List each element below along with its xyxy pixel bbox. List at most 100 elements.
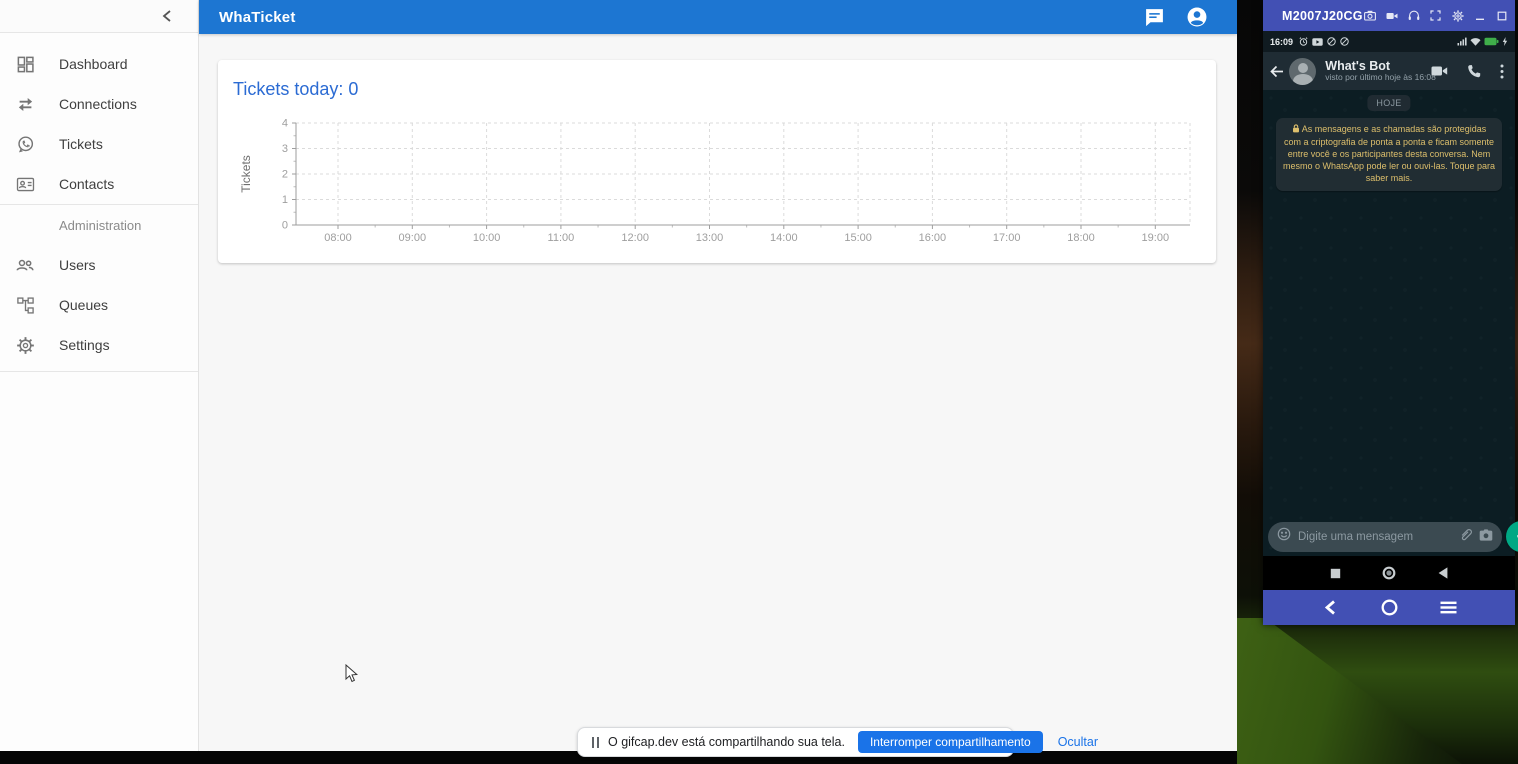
svg-text:12:00: 12:00 (621, 232, 649, 244)
dashboard-grid-icon (14, 53, 36, 75)
hide-share-bar-link[interactable]: Ocultar (1058, 735, 1098, 749)
sidebar-item-label: Connections (59, 96, 137, 112)
headset-icon[interactable] (1407, 9, 1421, 23)
avatar[interactable] (1289, 58, 1316, 85)
mic-button[interactable] (1506, 521, 1518, 552)
appbar: WhaTicket (199, 0, 1237, 34)
phone-mirror-window: M2007J20CG 16:09 (1263, 0, 1515, 625)
emoji-icon[interactable] (1277, 527, 1291, 546)
svg-text:19:00: 19:00 (1142, 232, 1170, 244)
sidebar-divider (0, 371, 198, 372)
sidebar-header (0, 0, 198, 33)
svg-text:1: 1 (282, 194, 288, 206)
svg-text:0: 0 (282, 220, 288, 232)
camera-icon[interactable] (1479, 528, 1493, 546)
signal-icon (1457, 37, 1467, 46)
svg-text:3: 3 (282, 143, 288, 155)
nav-back-button[interactable] (1320, 598, 1340, 618)
chat-contact-name: What's Bot (1325, 59, 1431, 73)
svg-text:15:00: 15:00 (844, 232, 872, 244)
message-input[interactable] (1298, 531, 1452, 543)
sidebar-item-settings[interactable]: Settings (0, 325, 198, 365)
nav-home-button[interactable] (1379, 598, 1399, 618)
collapse-sidebar-button[interactable] (156, 5, 178, 27)
svg-text:11:00: 11:00 (548, 232, 575, 244)
sidebar-item-connections[interactable]: Connections (0, 84, 198, 124)
android-navbar (1263, 556, 1515, 590)
chat-contact-info[interactable]: What's Bot visto por último hoje às 16:0… (1325, 59, 1431, 83)
gear-icon (14, 334, 36, 356)
status-time: 16:09 (1270, 37, 1293, 47)
kebab-menu-icon[interactable] (1500, 64, 1504, 79)
sidebar-item-contacts[interactable]: Contacts (0, 164, 198, 204)
sidebar-nav: Dashboard Connections Tickets Contacts (0, 33, 198, 372)
videocam-icon[interactable] (1385, 9, 1399, 23)
phone-window-title: M2007J20CG (1282, 9, 1363, 23)
chevron-left-icon (162, 10, 172, 22)
minimize-icon[interactable] (1473, 9, 1487, 23)
whatsapp-chat-header: What's Bot visto por último hoje às 16:0… (1263, 52, 1515, 90)
app-title: WhaTicket (199, 9, 296, 26)
svg-text:17:00: 17:00 (993, 232, 1021, 244)
phone-window-titlebar[interactable]: M2007J20CG (1263, 0, 1515, 31)
sidebar-item-label: Queues (59, 297, 108, 313)
svg-text:13:00: 13:00 (696, 232, 724, 244)
people-icon (14, 254, 36, 276)
chat-area: HOJE As mensagens e as chamadas são prot… (1263, 90, 1515, 556)
svg-text:16:00: 16:00 (919, 232, 947, 244)
wifi-icon (1470, 37, 1481, 46)
stop-sharing-button[interactable]: Interromper compartilhamento (858, 731, 1043, 753)
sidebar-item-label: Dashboard (59, 56, 128, 72)
sidebar: Dashboard Connections Tickets Contacts (0, 0, 199, 751)
main-content: Tickets today: 0 0123408:0009:0010:0011:… (199, 34, 1237, 751)
sidebar-item-users[interactable]: Users (0, 245, 198, 285)
battery-icon (1484, 37, 1499, 46)
svg-text:2: 2 (282, 169, 288, 181)
message-input-pill[interactable] (1268, 522, 1502, 552)
svg-text:4: 4 (282, 118, 288, 130)
tickets-chart-card: Tickets today: 0 0123408:0009:0010:0011:… (218, 60, 1216, 263)
youtube-icon (1312, 38, 1323, 46)
svg-text:09:00: 09:00 (399, 232, 427, 244)
home-button[interactable] (1381, 565, 1397, 581)
nav-menu-button[interactable] (1438, 598, 1458, 618)
sidebar-item-label: Settings (59, 337, 110, 353)
screen: Dashboard Connections Tickets Contacts (0, 0, 1518, 764)
svg-text:10:00: 10:00 (473, 232, 501, 244)
screen-share-bar: O gifcap.dev está compartilhando sua tel… (577, 727, 1014, 757)
sidebar-item-queues[interactable]: Queues (0, 285, 198, 325)
call-icon[interactable] (1467, 64, 1481, 78)
back-button[interactable] (1435, 565, 1451, 581)
svg-text:18:00: 18:00 (1067, 232, 1095, 244)
account-circle-icon[interactable] (1185, 5, 1209, 29)
phone-statusbar: 16:09 (1263, 31, 1515, 52)
message-input-row (1263, 521, 1515, 552)
svg-text:14:00: 14:00 (770, 232, 798, 244)
chat-icon[interactable] (1142, 5, 1166, 29)
tree-icon (14, 294, 36, 316)
videocall-icon[interactable] (1431, 65, 1448, 77)
desktop-background: M2007J20CG 16:09 (1237, 0, 1518, 764)
tickets-chart: 0 1 2 3 4 08:00 09:00 10:00 11:00 12:00 13:00 14:00… (218, 60, 1216, 263)
camera-icon[interactable] (1363, 9, 1377, 23)
attach-icon[interactable] (1459, 527, 1472, 546)
wallpaper-hill (1237, 618, 1518, 764)
svg-text:08:00: 08:00 (324, 232, 352, 244)
recents-button[interactable] (1327, 565, 1343, 581)
date-chip: HOJE (1367, 95, 1410, 111)
sidebar-item-label: Users (59, 257, 96, 273)
data-circle-icon (1327, 37, 1336, 46)
contact-card-icon (14, 173, 36, 195)
whatsapp-icon (14, 133, 36, 155)
encryption-notice[interactable]: As mensagens e as chamadas são protegida… (1276, 118, 1502, 191)
maximize-icon[interactable] (1495, 9, 1509, 23)
data-circle-icon (1340, 37, 1349, 46)
mirror-navbar (1263, 590, 1515, 625)
back-arrow-icon[interactable] (1269, 63, 1284, 79)
sidebar-item-tickets[interactable]: Tickets (0, 124, 198, 164)
gear-icon[interactable] (1451, 9, 1465, 23)
sidebar-item-dashboard[interactable]: Dashboard (0, 44, 198, 84)
fullscreen-icon[interactable] (1429, 9, 1443, 23)
share-indicator-icon (592, 737, 599, 748)
svg-text:Tickets: Tickets (239, 155, 253, 193)
